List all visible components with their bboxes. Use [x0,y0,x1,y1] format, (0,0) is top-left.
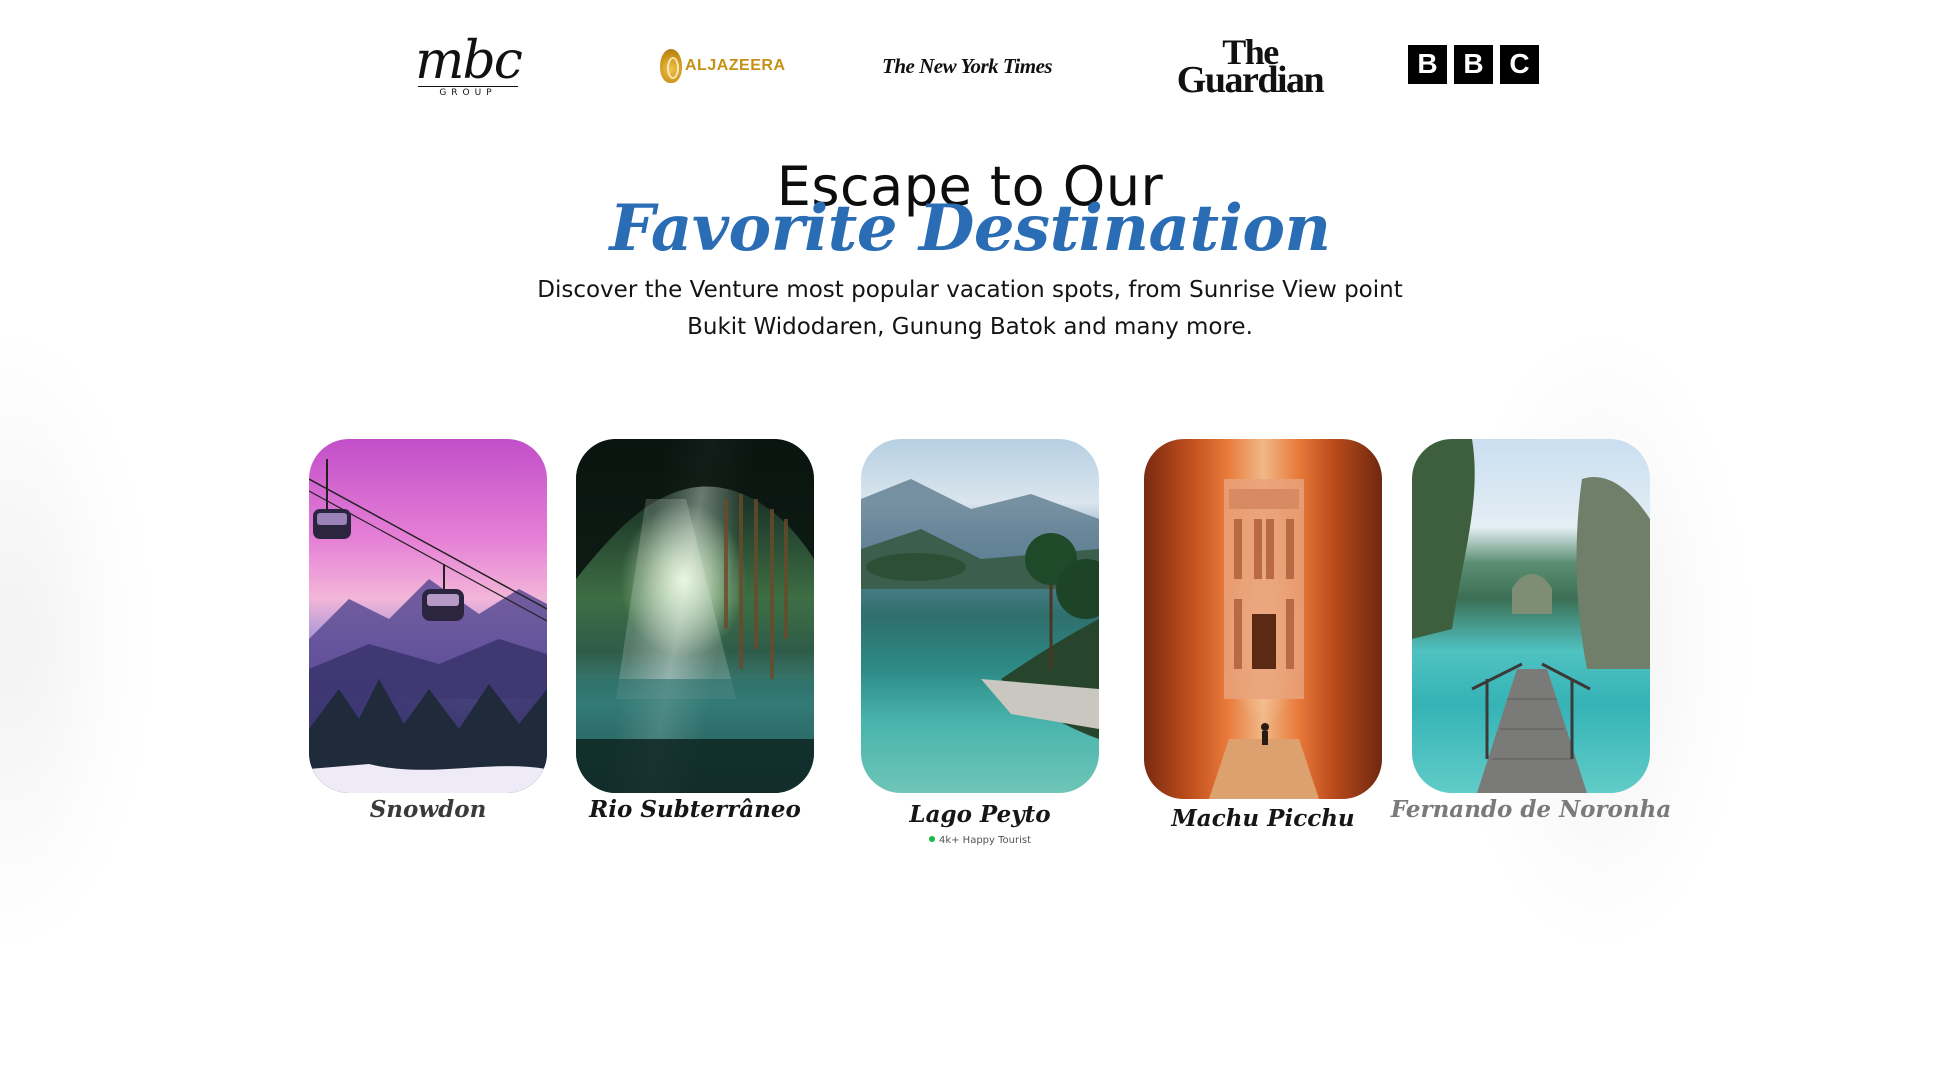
decorative-glow-left [0,330,130,950]
nyt-logo-text: The New York Times [882,53,1053,78]
destination-name[interactable]: Lago Peyto [831,801,1129,828]
aljazeera-logo: ALJAZEERA [660,46,786,86]
mbc-group-logo: mbc GROUP [412,31,524,98]
aljazeera-flame-icon [660,49,682,83]
section-headline: Escape to Our Favorite Destination [0,156,1940,266]
new-york-times-logo: The New York Times [882,48,1053,84]
destination-image[interactable] [309,439,547,793]
lagoon-pier-scene-icon [1412,439,1650,793]
subtitle-line2: Bukit Widodaren, Gunung Batok and many m… [687,314,1253,340]
page: mbc GROUP ALJAZEERA The New York Times T… [0,0,1940,1080]
bbc-logo: B B C [1408,44,1539,84]
cable-car-scene-icon [309,459,547,793]
bbc-logo-block: C [1500,44,1539,84]
guardian-logo-line2: Guardian [1176,59,1325,101]
destination-image[interactable] [861,439,1099,793]
bbc-logo-block: B [1408,44,1447,84]
headline-line2: Favorite Destination [609,191,1331,266]
destination-name[interactable]: Rio Subterrâneo [546,796,844,823]
happy-tourist-badge: 4k+ Happy Tourist [861,835,1099,846]
status-dot-icon [928,836,935,842]
press-logos-row: mbc GROUP ALJAZEERA The New York Times T… [0,28,1940,108]
destination-name[interactable]: Machu Picchu [1114,805,1412,832]
destination-name[interactable]: Snowdon [279,796,577,823]
destination-image[interactable] [576,439,814,793]
destination-image[interactable] [1412,439,1650,793]
cave-river-scene-icon [576,439,814,793]
section-subtitle: Discover the Venture most popular vacati… [470,272,1470,346]
aljazeera-logo-text: ALJAZEERA [685,57,786,74]
the-guardian-logo: The Guardian [1170,34,1330,101]
canyon-temple-scene-icon [1209,479,1319,799]
destination-image[interactable] [1144,439,1382,799]
lake-scene-icon [861,479,1099,739]
happy-tourist-text: 4k+ Happy Tourist [938,835,1032,846]
subtitle-line1: Discover the Venture most popular vacati… [537,277,1403,303]
destination-name[interactable]: Fernando de Noronha [1382,796,1680,823]
bbc-logo-block: B [1454,44,1493,84]
mbc-logo-sub: GROUP [418,86,518,98]
mbc-logo-mark: mbc [415,31,523,91]
